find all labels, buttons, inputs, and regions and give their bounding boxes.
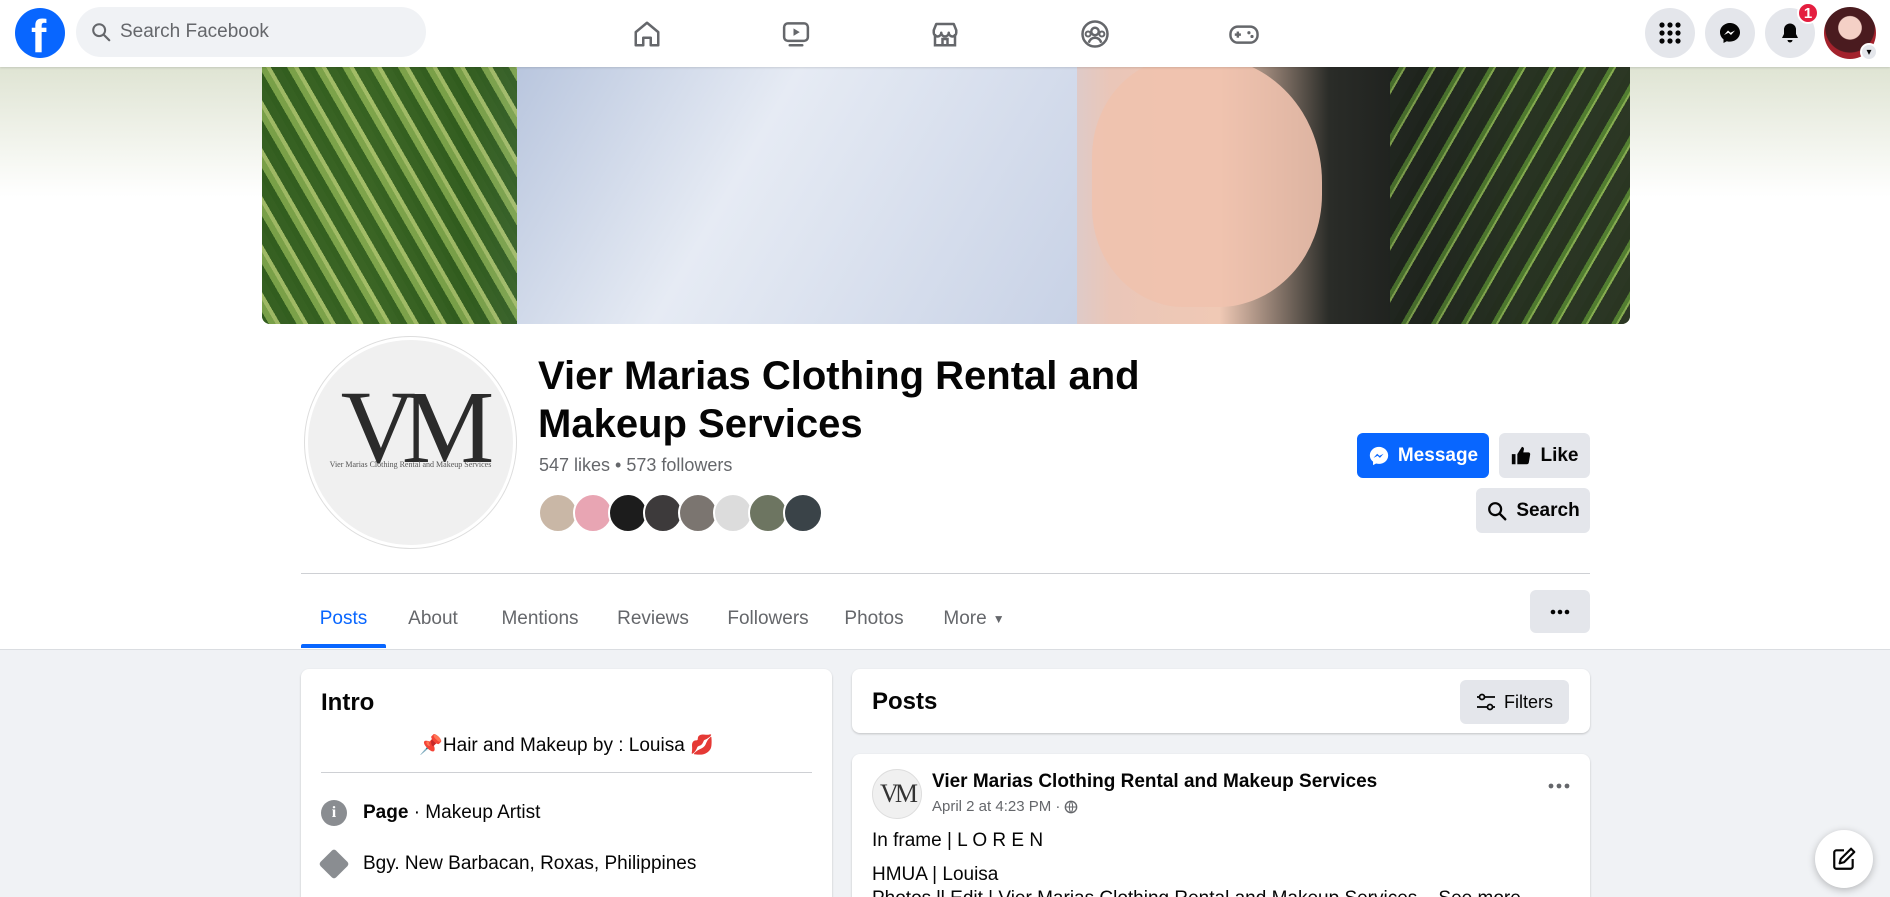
search-bar[interactable] [76, 7, 426, 57]
menu-grid-icon[interactable] [1645, 8, 1695, 58]
follower-avatar[interactable] [538, 493, 578, 533]
intro-divider [321, 772, 812, 773]
filters-button[interactable]: Filters [1460, 680, 1569, 724]
intro-location[interactable]: Bgy. New Barbacan, Roxas, Philippines [363, 853, 696, 875]
cover-grass-left [262, 67, 517, 324]
messenger-icon[interactable] [1705, 8, 1755, 58]
tab-photos[interactable]: Photos [839, 590, 909, 648]
follower-avatar[interactable] [748, 493, 788, 533]
home-icon[interactable] [625, 12, 669, 56]
post-text-line: Photos ll Edit | Vier Marias Clothing Re… [872, 888, 1521, 897]
cover-shirt [517, 67, 1077, 324]
marketplace-icon[interactable] [923, 12, 967, 56]
follower-avatar[interactable] [713, 493, 753, 533]
search-button-label: Search [1516, 499, 1580, 521]
tab-mentions[interactable]: Mentions [492, 590, 588, 648]
cover-grass-right [1390, 67, 1630, 324]
new-message-button[interactable] [1815, 830, 1873, 888]
tab-reviews[interactable]: Reviews [610, 590, 696, 648]
follower-avatar[interactable] [678, 493, 718, 533]
gaming-icon[interactable] [1222, 12, 1266, 56]
page-stats[interactable]: 547 likes • 573 followers [539, 455, 732, 476]
filters-icon [1477, 693, 1495, 711]
cover-photo[interactable] [262, 67, 1630, 324]
post-author-name[interactable]: Vier Marias Clothing Rental and Makeup S… [932, 771, 1377, 793]
search-input[interactable] [120, 7, 410, 57]
tab-followers[interactable]: Followers [721, 590, 815, 648]
caret-down-icon: ▼ [992, 612, 1005, 626]
ellipsis-icon [1548, 783, 1570, 789]
search-icon [92, 23, 111, 42]
message-button-label: Message [1397, 444, 1479, 466]
intro-card: Intro 📌Hair and Makeup by : Louisa 💋 i P… [301, 669, 832, 897]
follower-avatar[interactable] [608, 493, 648, 533]
avatar-subtext: Vier Marias Clothing Rental and Makeup S… [329, 460, 492, 469]
header-bottom-border [0, 649, 1890, 650]
intro-category-row: i Page · Makeup Artist [321, 800, 540, 826]
post-options-button[interactable] [1548, 772, 1570, 795]
page-title: Vier Marias Clothing Rental and Makeup S… [538, 354, 1140, 446]
post-meta: April 2 at 4:23 PM · [932, 798, 1078, 815]
info-icon: i [321, 800, 347, 826]
compose-icon [1833, 847, 1856, 870]
thumbs-up-icon [1512, 446, 1531, 464]
more-options-button[interactable] [1530, 590, 1590, 633]
messenger-icon [1369, 446, 1389, 465]
avatar-monogram: VM [340, 370, 495, 485]
post-card: VM Vier Marias Clothing Rental and Makeu… [852, 754, 1590, 897]
video-icon[interactable] [774, 12, 818, 56]
facebook-logo-letter: f [31, 10, 47, 62]
intro-category-value: · Makeup Artist [408, 802, 541, 823]
tab-posts[interactable]: Posts [301, 590, 386, 648]
filters-label: Filters [1504, 691, 1553, 712]
tab-about[interactable]: About [400, 590, 466, 648]
ellipsis-icon [1550, 609, 1570, 614]
globe-icon [1065, 800, 1078, 813]
top-navigation-bar: f 1 ▾ [0, 0, 1890, 67]
bell-icon [1782, 23, 1798, 43]
tab-more-label: More [943, 608, 987, 629]
directions-icon [318, 848, 350, 880]
page-profile-picture[interactable]: VM Vier Marias Clothing Rental and Makeu… [305, 337, 516, 548]
follower-avatar[interactable] [783, 493, 823, 533]
notifications-button[interactable]: 1 [1765, 2, 1819, 58]
page-search-button[interactable]: Search [1476, 488, 1590, 533]
post-timestamp[interactable]: April 2 at 4:23 PM · [932, 798, 1060, 815]
posts-header-card: Posts Filters [852, 669, 1590, 733]
groups-icon[interactable] [1073, 12, 1117, 56]
account-avatar[interactable]: ▾ [1824, 7, 1878, 61]
search-icon [1488, 501, 1507, 520]
intro-bio: 📌Hair and Makeup by : Louisa 💋 [419, 735, 714, 756]
follower-avatar[interactable] [573, 493, 613, 533]
tab-more[interactable]: More ▼ [938, 590, 1010, 648]
intro-category-label: Page [363, 802, 409, 823]
like-button-label: Like [1540, 444, 1579, 466]
post-text-line: HMUA | Louisa [872, 864, 999, 885]
message-button[interactable]: Message [1357, 433, 1489, 478]
posts-title: Posts [872, 688, 938, 715]
follower-avatar[interactable] [643, 493, 683, 533]
post-author-avatar[interactable]: VM [872, 769, 922, 819]
chevron-down-icon: ▾ [1860, 43, 1878, 61]
notification-badge: 1 [1797, 2, 1819, 24]
intro-category: Page · Makeup Artist [363, 802, 540, 824]
like-button[interactable]: Like [1499, 433, 1590, 478]
facebook-logo[interactable]: f [15, 8, 65, 62]
intro-title: Intro [321, 689, 375, 716]
header-divider [301, 573, 1590, 574]
cover-hand [1092, 67, 1322, 307]
intro-location-row: Bgy. New Barbacan, Roxas, Philippines [318, 848, 696, 880]
post-text-line: In frame | L O R E N [872, 830, 1044, 851]
